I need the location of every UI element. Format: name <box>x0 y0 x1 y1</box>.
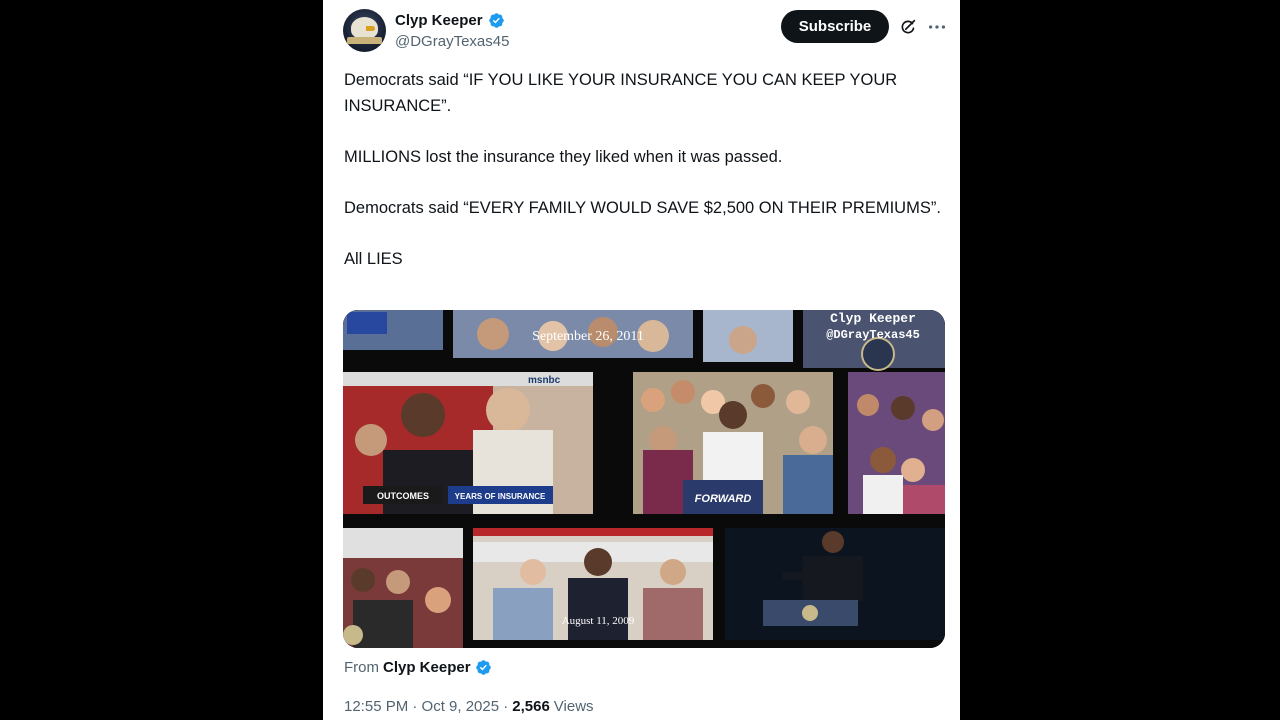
tweet-meta: 12:55 PM · Oct 9, 2025 · 2,566 Views <box>344 698 594 715</box>
bottom-center-frame: August 11, 2009 <box>473 528 713 640</box>
timestamp-link[interactable]: 12:55 PM · Oct 9, 2025 · <box>344 698 508 715</box>
author-avatar[interactable] <box>343 9 386 52</box>
verified-badge-icon <box>488 13 504 28</box>
caption-bottom: August 11, 2009 <box>562 615 635 627</box>
tweet-paragraph: MILLIONS lost the insurance they liked w… <box>344 147 783 166</box>
tweet-card: Clyp Keeper @DGrayTexas45 Subscribe Demo… <box>323 0 960 720</box>
rally-frame: FORWARD <box>633 372 833 514</box>
from-label: From <box>344 659 379 676</box>
more-icon[interactable] <box>926 16 948 38</box>
tweet-paragraph: Democrats said “IF YOU LIKE YOUR INSURAN… <box>344 71 898 115</box>
grok-icon[interactable] <box>899 18 917 36</box>
news-logo: msnbc <box>528 375 561 386</box>
news-ticker: YEARS OF INSURANCE <box>455 492 546 501</box>
tweet-paragraph: All LIES <box>344 249 403 268</box>
views-count: 2,566 <box>512 698 550 715</box>
from-author-link[interactable]: Clyp Keeper <box>383 659 471 676</box>
tweet-video[interactable]: September 26, 2011 Clyp Keeper @DGrayTex… <box>343 310 945 648</box>
subscribe-button[interactable]: Subscribe <box>781 10 889 43</box>
author-display-name[interactable]: Clyp Keeper <box>395 12 483 29</box>
bottom-left-frame <box>343 528 463 648</box>
verified-badge-icon <box>475 660 491 675</box>
author-handle[interactable]: @DGrayTexas45 <box>395 33 509 50</box>
video-collage: September 26, 2011 Clyp Keeper @DGrayTex… <box>343 310 945 648</box>
watermark-handle: @DGrayTexas45 <box>826 328 920 342</box>
tweet-paragraph: Democrats said “EVERY FAMILY WOULD SAVE … <box>344 198 941 217</box>
podium-sign: FORWARD <box>695 493 752 505</box>
news-frame: msnbc OUTCOMES YEARS OF INSURANCE <box>343 372 593 514</box>
from-row: From Clyp Keeper <box>344 659 492 676</box>
views-label: Views <box>553 698 594 715</box>
crowd-frame <box>848 372 945 514</box>
author-name-row[interactable]: Clyp Keeper <box>395 12 505 29</box>
watermark-name: Clyp Keeper <box>830 311 916 326</box>
caption-top: September 26, 2011 <box>532 329 644 344</box>
tweet-text: Democrats said “IF YOU LIKE YOUR INSURAN… <box>344 68 944 298</box>
avatar-banner <box>347 37 382 44</box>
bottom-right-frame <box>725 528 945 640</box>
eagle-avatar-icon <box>351 17 378 39</box>
news-banner: OUTCOMES <box>377 491 429 501</box>
